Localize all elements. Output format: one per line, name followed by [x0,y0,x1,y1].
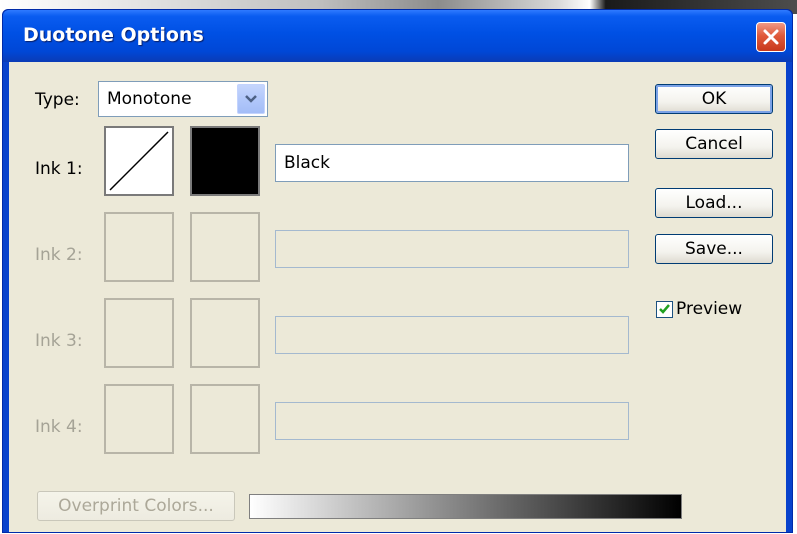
duotone-options-dialog: Duotone Options Type: Monotone Ink 1: Bl… [2,9,793,533]
ink-1-name-field[interactable] [275,144,629,182]
ink-2-curve-box [104,212,174,282]
ink-1-color-swatch[interactable] [190,126,260,196]
preview-checkbox[interactable] [656,301,673,318]
dialog-title: Duotone Options [23,24,204,46]
type-select-value: Monotone [107,89,192,109]
ink-gradient-preview-bar [249,494,682,519]
ink-2-label: Ink 2: [35,245,83,265]
chevron-down-icon [245,95,257,103]
save-button[interactable]: Save... [655,234,773,264]
ink-1-curve-box[interactable] [104,126,174,196]
ink-3-color-swatch [190,298,260,368]
ink-1-label: Ink 1: [35,159,83,179]
overprint-colors-button: Overprint Colors... [37,491,235,521]
ink-1-name-input[interactable] [276,145,628,181]
checkmark-icon [659,304,670,314]
load-button[interactable]: Load... [655,188,773,218]
ink-3-label: Ink 3: [35,331,83,351]
title-bar[interactable]: Duotone Options [3,10,792,62]
ink-2-color-swatch [190,212,260,282]
ink-4-color-swatch [190,384,260,454]
type-select[interactable]: Monotone [98,81,268,117]
dialog-body: Type: Monotone Ink 1: Ink 2: Ink 3: [9,62,786,532]
type-select-dropdown-button[interactable] [237,84,265,114]
close-x-icon [763,29,779,45]
type-label: Type: [35,90,80,110]
ink-2-name-field [275,230,629,268]
ink-4-label: Ink 4: [35,417,83,437]
ok-button[interactable]: OK [655,84,773,114]
cancel-button[interactable]: Cancel [655,129,773,159]
ink-3-name-field [275,316,629,354]
ink-3-curve-box [104,298,174,368]
ink-4-curve-box [104,384,174,454]
ink-4-name-field [275,402,629,440]
diagonal-curve-icon [109,131,169,191]
close-button[interactable] [756,22,786,52]
preview-label[interactable]: Preview [676,299,742,319]
